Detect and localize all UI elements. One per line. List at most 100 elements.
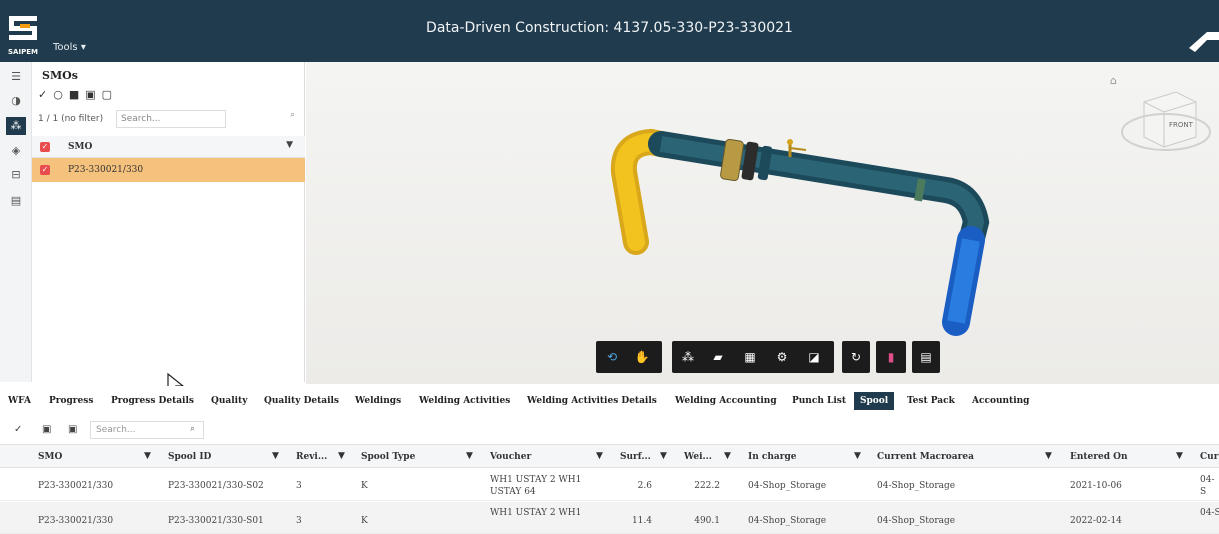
chart-icon[interactable]: ▤ xyxy=(6,192,26,210)
column-header-revision[interactable]: Revi... xyxy=(296,452,327,462)
tab-welding-accounting[interactable]: Welding Accounting xyxy=(675,396,777,406)
export-icon[interactable]: ▣ xyxy=(42,424,51,435)
cell-smo: P23-330021/330 xyxy=(38,516,114,526)
refresh-icon[interactable]: ↻ xyxy=(848,349,864,365)
pan-icon[interactable]: ✋ xyxy=(634,349,650,365)
tab-quality-details[interactable]: Quality Details xyxy=(264,396,339,406)
orbit-icon[interactable]: ⟲ xyxy=(604,349,620,365)
filter-row: 1 / 1 (no filter) Search... ⌕ xyxy=(36,108,301,130)
brand-mark-icon xyxy=(1185,26,1219,54)
tab-progress-details[interactable]: Progress Details xyxy=(111,396,194,406)
column-header-spool-type[interactable]: Spool Type xyxy=(361,452,415,462)
column-header-surface[interactable]: Surf... xyxy=(620,452,651,462)
tools-group: ⁂ ▰ ▦ ⚙ ◪ xyxy=(672,341,834,373)
select-all-checkbox[interactable]: ✓ xyxy=(40,142,50,152)
filter-status: 1 / 1 (no filter) xyxy=(38,114,104,124)
column-header-weight[interactable]: Wei... xyxy=(684,452,712,462)
column-header-voucher[interactable]: Voucher xyxy=(490,452,531,462)
filter-icon[interactable]: ▼ xyxy=(338,451,345,461)
home-icon[interactable]: ⌂ xyxy=(1110,74,1117,87)
table-row[interactable]: P23-330021/330 P23-330021/330-S01 3 K WH… xyxy=(0,502,1219,534)
settings-icon[interactable]: ⚙ xyxy=(774,349,790,365)
view-cube-label[interactable]: FRONT xyxy=(1169,121,1194,129)
app-header: SAIPEM Tools ▾ Data-Driven Construction:… xyxy=(0,0,1219,62)
smo-row-selected[interactable]: ✓ P23-330021/330 xyxy=(32,158,305,182)
properties-icon[interactable]: ▦ xyxy=(742,349,758,365)
column-header-entered-on[interactable]: Entered On xyxy=(1070,452,1128,462)
tab-test-pack[interactable]: Test Pack xyxy=(907,396,955,406)
filter-icon[interactable]: ▼ xyxy=(854,451,861,461)
panel-title: SMOs xyxy=(42,69,78,82)
list-group: ▤ xyxy=(912,341,940,373)
tab-progress[interactable]: Progress xyxy=(49,396,93,406)
colorize-icon[interactable]: ▮ xyxy=(883,349,899,365)
cell-entered-on: 2022-02-14 xyxy=(1070,516,1122,526)
tab-punch-list[interactable]: Punch List xyxy=(792,396,846,406)
3d-viewer[interactable]: FRONT ⌂ xyxy=(306,62,1219,384)
color-group: ▮ xyxy=(876,341,906,373)
structure-icon[interactable]: ⁂ xyxy=(680,349,696,365)
filter-icon[interactable]: ▼ xyxy=(466,451,473,461)
menu-icon[interactable]: ☰ xyxy=(6,68,26,86)
cell-spool-id: P23-330021/330-S02 xyxy=(168,481,264,491)
cell-spool-id: P23-330021/330-S01 xyxy=(168,516,264,526)
tab-spool[interactable]: Spool xyxy=(854,392,895,410)
filter-icon[interactable]: ▼ xyxy=(596,451,603,461)
table-row[interactable]: P23-330021/330 P23-330021/330-S02 3 K WH… xyxy=(0,469,1219,501)
left-icon-rail: ☰ ◑ ⁂ ◈ ⊟ ▤ xyxy=(0,62,32,382)
filter-icon[interactable]: ▼ xyxy=(272,451,279,461)
cell-in-charge: 04-Shop_Storage xyxy=(748,516,827,526)
cell-spool-type: K xyxy=(361,516,368,526)
column-header-current-macroarea[interactable]: Current Macroarea xyxy=(877,452,974,462)
filter-icon[interactable]: ▼ xyxy=(1176,451,1183,461)
smo-toolbar[interactable]: ✓○■▣▢ xyxy=(38,88,118,101)
cell-revision: 3 xyxy=(296,516,302,526)
page-title: Data-Driven Construction: 4137.05-330-P2… xyxy=(426,20,793,36)
column-header-smo[interactable]: SMO xyxy=(68,142,92,152)
search-icon[interactable]: ⌕ xyxy=(290,110,295,120)
filter-icon[interactable]: ▼ xyxy=(286,140,293,150)
palette-icon[interactable]: ◑ xyxy=(6,92,26,110)
tab-welding-activities-details[interactable]: Welding Activities Details xyxy=(527,396,657,406)
column-header-spool-id[interactable]: Spool ID xyxy=(168,452,211,462)
smo-value: P23-330021/330 xyxy=(68,165,144,175)
cell-macroarea: 04-Shop_Storage xyxy=(877,516,956,526)
cell-smo: P23-330021/330 xyxy=(38,481,114,491)
table-icon[interactable]: ⊟ xyxy=(6,166,26,184)
row-checkbox[interactable]: ✓ xyxy=(40,165,50,175)
filter-icon[interactable]: ▼ xyxy=(1045,451,1052,461)
tab-welding-activities[interactable]: Welding Activities xyxy=(419,396,510,406)
cell-in-charge: 04-Shop_Storage xyxy=(748,481,827,491)
tag-icon[interactable]: ◈ xyxy=(6,142,26,160)
cell-voucher: WH1 USTAY 2 WH1 USTAY 64 xyxy=(490,475,582,497)
tab-weldings[interactable]: Weldings xyxy=(355,396,401,406)
filter-icon[interactable]: ▼ xyxy=(660,451,667,461)
cell-entered-on: 2021-10-06 xyxy=(1070,481,1122,491)
tab-wfa[interactable]: WFA xyxy=(8,396,31,406)
grid-search-input[interactable]: Search... xyxy=(90,421,204,439)
search-icon[interactable]: ⌕ xyxy=(190,424,195,434)
tools-menu[interactable]: Tools ▾ xyxy=(53,42,86,53)
smo-table-header: ✓ SMO ▼ xyxy=(32,136,305,158)
cell-weight: 222.2 xyxy=(694,481,720,491)
navigation-group: ⟲ ✋ xyxy=(596,341,662,373)
cell-voucher: WH1 USTAY 2 WH1 xyxy=(490,508,582,518)
column-header-in-charge[interactable]: In charge xyxy=(748,452,797,462)
grid-toolbar: ✓ ▣ ▣ Search... ⌕ xyxy=(0,418,1219,442)
reset-group: ↻ xyxy=(842,341,870,373)
list-icon[interactable]: ▤ xyxy=(918,349,934,365)
filter-icon[interactable]: ▼ xyxy=(724,451,731,461)
column-header-current[interactable]: Cur xyxy=(1200,452,1218,462)
svg-text:SAIPEM: SAIPEM xyxy=(8,48,38,56)
hierarchy-icon[interactable]: ⁂ xyxy=(6,117,26,135)
section-icon[interactable]: ◪ xyxy=(806,349,822,365)
layers-icon[interactable]: ▰ xyxy=(710,349,726,365)
column-header-smo[interactable]: SMO xyxy=(38,452,62,462)
tab-accounting[interactable]: Accounting xyxy=(972,396,1029,406)
import-icon[interactable]: ▣ xyxy=(68,424,77,435)
tab-quality[interactable]: Quality xyxy=(211,396,247,406)
smo-search-input[interactable]: Search... xyxy=(116,110,226,128)
filter-icon[interactable]: ▼ xyxy=(144,451,151,461)
check-icon[interactable]: ✓ xyxy=(14,424,22,435)
pipe-model[interactable]: FRONT ⌂ xyxy=(306,62,1219,384)
